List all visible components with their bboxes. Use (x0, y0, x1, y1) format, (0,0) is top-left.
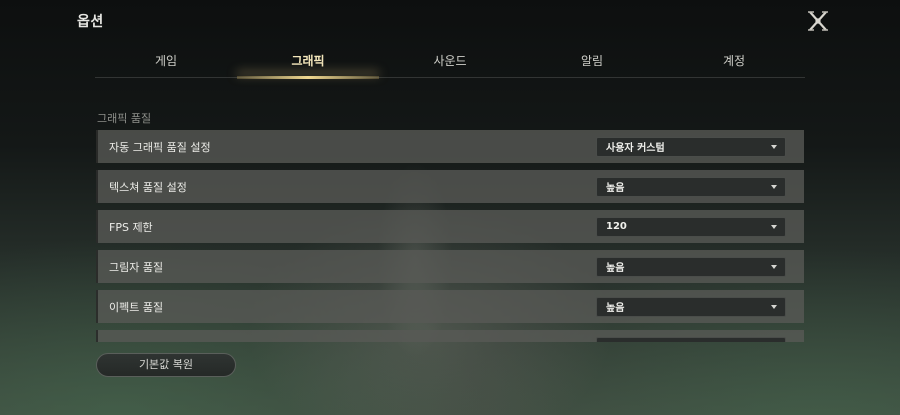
caret-down-icon (771, 184, 777, 189)
setting-row-texture-quality: 텍스쳐 품질 설정 높음 (96, 170, 804, 203)
auto-quality-dropdown[interactable]: 사용자 커스텀 (596, 136, 786, 157)
setting-row-fps-limit: FPS 제한 120 (96, 210, 804, 243)
setting-row-shadow-quality: 그림자 품질 높음 (96, 250, 804, 283)
texture-quality-dropdown[interactable]: 높음 (596, 176, 786, 197)
tab-bar: 게임 그래픽 사운드 알림 계정 (95, 46, 805, 79)
reset-defaults-button[interactable]: 기본값 복원 (96, 353, 236, 377)
setting-row-effect-quality: 이펙트 품질 높음 (96, 290, 804, 323)
caret-down-icon (771, 304, 777, 309)
setting-label: 그림자 품질 (109, 260, 164, 274)
shadow-quality-dropdown[interactable]: 높음 (596, 256, 786, 277)
dropdown-value: 높음 (606, 183, 625, 194)
dropdown-value: 높음 (606, 303, 625, 314)
effect-quality-dropdown[interactable]: 높음 (596, 296, 786, 317)
setting-label: FPS 제한 (109, 220, 153, 234)
caret-down-icon (771, 224, 777, 229)
settings-list[interactable]: 자동 그래픽 품질 설정 사용자 커스텀 텍스쳐 품질 설정 높음 FPS 제한… (96, 130, 804, 342)
page-title: 옵션 (77, 14, 104, 30)
close-button[interactable] (806, 9, 830, 33)
close-x-icon (808, 11, 828, 31)
tab-sound[interactable]: 사운드 (379, 46, 521, 77)
tab-account[interactable]: 계정 (663, 46, 805, 77)
setting-label: 자동 그래픽 품질 설정 (109, 140, 211, 154)
setting-label: 이펙트 품질 (109, 300, 164, 314)
dropdown-value: 높음 (606, 263, 625, 274)
section-heading: 그래픽 품질 (97, 112, 152, 125)
caret-down-icon (771, 144, 777, 149)
tab-graphics[interactable]: 그래픽 (237, 46, 379, 79)
dropdown-value: 120 (606, 221, 627, 232)
dropdown-value: 사용자 커스텀 (606, 143, 665, 154)
setting-row-auto-quality: 자동 그래픽 품질 설정 사용자 커스텀 (96, 130, 804, 163)
tab-notifications[interactable]: 알림 (521, 46, 663, 77)
fps-limit-dropdown[interactable]: 120 (596, 216, 786, 237)
setting-label: 텍스쳐 품질 설정 (109, 180, 187, 194)
setting-row-partial (96, 330, 804, 342)
caret-down-icon (771, 264, 777, 269)
tab-game[interactable]: 게임 (95, 46, 237, 77)
partial-dropdown[interactable] (596, 336, 786, 342)
